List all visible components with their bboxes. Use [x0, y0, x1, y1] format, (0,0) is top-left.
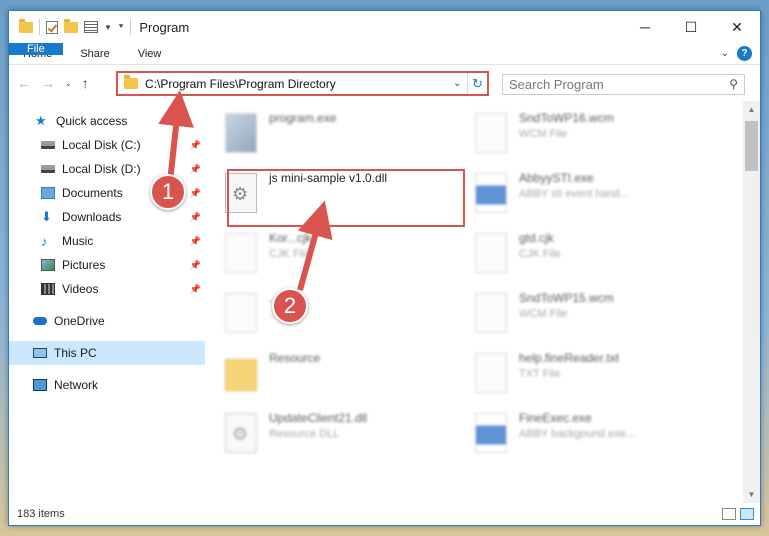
step-badge-2: 2	[272, 288, 308, 324]
annotation-arrow-2	[297, 200, 333, 291]
annotation-arrows	[158, 90, 333, 291]
step-badge-1: 1	[150, 174, 186, 210]
annotation-arrow-1	[158, 90, 194, 183]
